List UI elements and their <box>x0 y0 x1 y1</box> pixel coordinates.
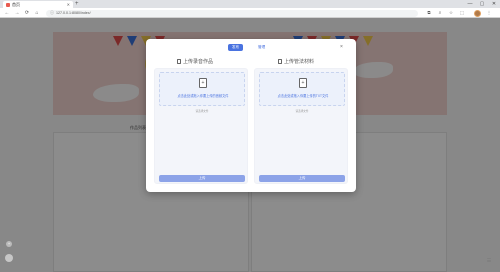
reload-button[interactable]: ⟳ <box>24 10 30 16</box>
left-panel-title-text: 上传录音作品 <box>183 59 214 65</box>
float-menu-icon[interactable]: ☰ <box>486 258 492 264</box>
upload-file-icon: + <box>199 78 207 88</box>
float-circle-button[interactable] <box>5 254 13 262</box>
right-upload-panel: + 点击此处或拖入你要上传的TXT文件 请选择文件 上传 <box>254 68 348 184</box>
zoom-icon[interactable]: ⌕ <box>437 10 443 16</box>
browser-toolbar: ← → ⟳ ⌂ ⓘ 127.0.0.1:8080/index/ ⧉ ⌕ ☆ ⬚ … <box>0 8 500 18</box>
dropzone-text[interactable]: 点击此处或拖入你要上传的音频文件 <box>160 93 246 98</box>
forward-button[interactable]: → <box>14 10 20 16</box>
document-icon <box>278 59 282 64</box>
float-add-button[interactable]: + <box>6 241 12 247</box>
maximize-button[interactable]: ▢ <box>476 0 488 8</box>
minimize-button[interactable]: — <box>464 0 476 8</box>
tab-title: 首页 <box>12 1 20 7</box>
tab-publish[interactable]: 发布 <box>228 44 244 51</box>
right-panel-title: 上传管法材料 <box>278 58 314 65</box>
txt-dropzone[interactable]: + 点击此处或拖入你要上传的TXT文件 <box>259 72 345 106</box>
left-upload-panel: + 点击此处或拖入你要上传的音频文件 请选择文件 上传 <box>154 68 248 184</box>
document-icon <box>177 59 181 64</box>
browser-tab[interactable]: 首页 ✕ <box>3 1 73 8</box>
right-panel-title-text: 上传管法材料 <box>284 59 315 65</box>
extensions-icon[interactable]: ⬚ <box>459 10 465 16</box>
info-icon[interactable]: ⓘ <box>50 10 54 16</box>
dropzone-text[interactable]: 点击此处或拖入你要上传的TXT文件 <box>260 93 346 98</box>
upload-audio-button[interactable]: 上传 <box>159 175 245 182</box>
upload-modal: 发布 管理 × 上传录音作品 + 点击此处或拖入你要上传的音频文件 请选择文件 … <box>146 39 356 192</box>
tab-close-icon[interactable]: ✕ <box>67 2 70 7</box>
tab-favicon-icon <box>6 2 10 7</box>
left-panel-title: 上传录音作品 <box>177 58 213 65</box>
upload-txt-button[interactable]: 上传 <box>259 175 345 182</box>
url-text: 127.0.0.1:8080/index/ <box>56 11 91 15</box>
menu-icon[interactable]: ⋮ <box>486 10 492 16</box>
file-hint: 请选择文件 <box>295 110 309 113</box>
home-button[interactable]: ⌂ <box>34 10 40 16</box>
audio-dropzone[interactable]: + 点击此处或拖入你要上传的音频文件 <box>159 72 245 106</box>
browser-tab-bar: 首页 ✕ + — ▢ ✕ <box>0 0 500 8</box>
bookmark-star-icon[interactable]: ☆ <box>448 10 454 16</box>
profile-avatar[interactable] <box>474 9 481 17</box>
upload-file-icon: + <box>299 78 307 88</box>
back-button[interactable]: ← <box>4 10 10 16</box>
address-bar[interactable]: ⓘ 127.0.0.1:8080/index/ <box>46 9 418 17</box>
new-tab-button[interactable]: + <box>75 1 79 7</box>
tab-manage[interactable]: 管理 <box>254 44 269 51</box>
window-close-button[interactable]: ✕ <box>488 0 500 8</box>
modal-close-icon[interactable]: × <box>340 44 343 50</box>
translate-icon[interactable]: ⧉ <box>426 10 432 16</box>
file-hint: 请选择文件 <box>195 110 209 113</box>
